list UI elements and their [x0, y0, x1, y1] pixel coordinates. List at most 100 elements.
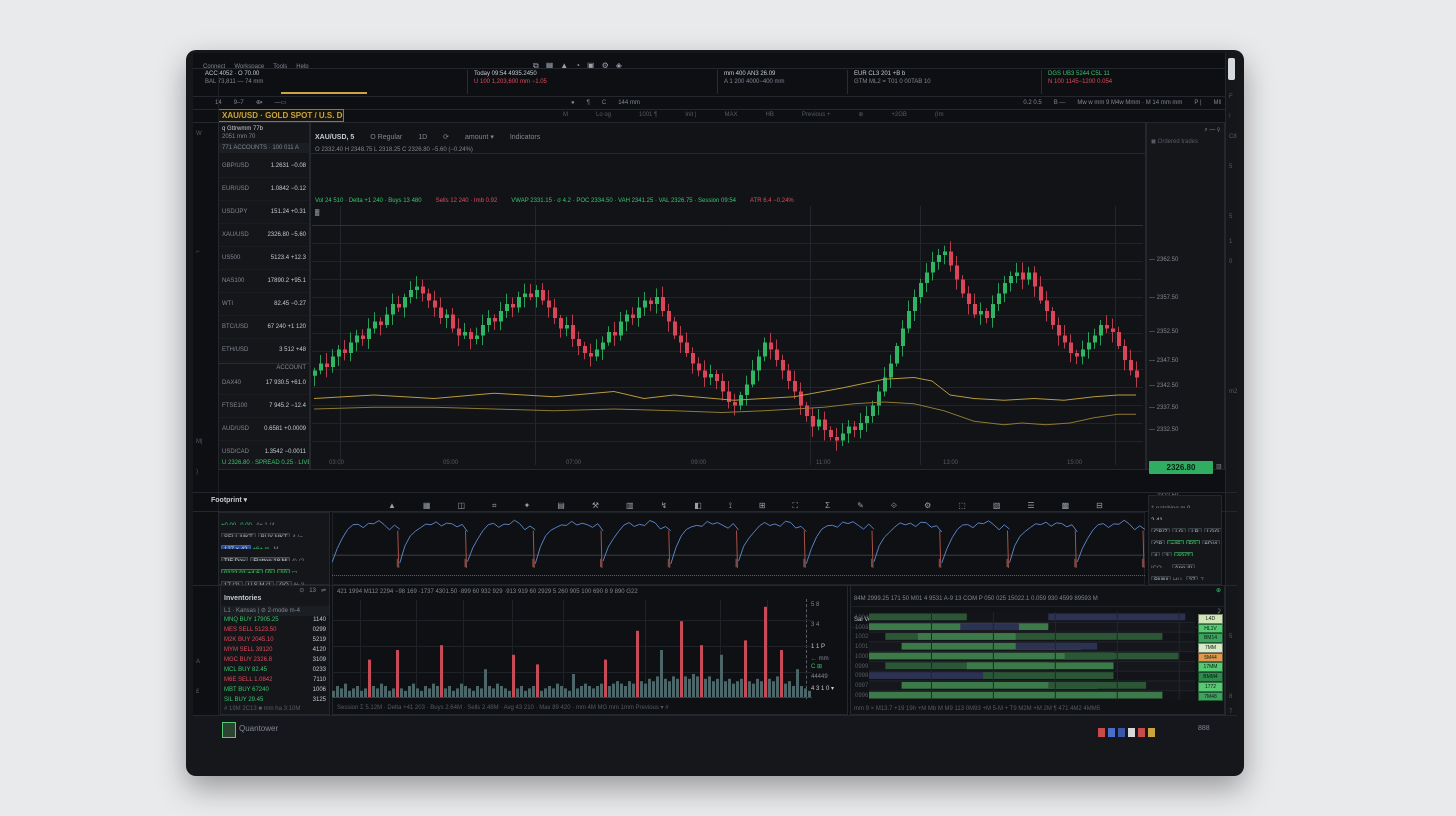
chart-tab[interactable]: O Regular: [370, 134, 402, 141]
chart-tab[interactable]: Indicators: [510, 134, 540, 141]
panel-icon[interactable]: ⊙: [299, 588, 304, 594]
panel-button[interactable]: 4G/7: [1174, 552, 1193, 556]
toolbar-mid[interactable]: ● ¶ C 144 mm: [571, 99, 771, 107]
settings-icon[interactable]: ⚙: [602, 61, 609, 68]
grid-icon[interactable]: ▦: [546, 61, 554, 68]
layout-icon[interactable]: ◧: [694, 501, 702, 511]
fullscreen-icon[interactable]: ⛶: [793, 501, 799, 511]
bell-icon[interactable]: ◔: [575, 61, 580, 68]
toolbar-item[interactable]: 9–7: [234, 100, 244, 106]
watchlist-row[interactable]: USD/JPY151.24 +0.31: [219, 201, 309, 224]
panel-button[interactable]: 127 × 42: [221, 545, 251, 549]
diamond-icon[interactable]: ⟐: [891, 501, 897, 511]
toolbar-item[interactable]: Mw w mm 9 M4w Mmm · M 14 mm mm: [1077, 100, 1182, 106]
toolbar-right[interactable]: 0.2 0.5B —Mw w mm 9 M4w Mmm · M 14 mm mm…: [1008, 99, 1233, 107]
position-row[interactable]: MYM SELL 391204120: [221, 646, 329, 656]
cursor-icon[interactable]: ▲: [388, 501, 396, 511]
panel-button[interactable]: BMM: [1151, 576, 1171, 580]
position-row[interactable]: MGC BUY 2326.83109: [221, 656, 329, 666]
ladder-cell[interactable]: BM14: [1198, 633, 1223, 643]
panel-button[interactable]: 2: [1162, 552, 1171, 556]
anchor-icon[interactable]: ⟟: [729, 501, 732, 511]
toolbar2-item[interactable]: Previous +: [802, 112, 831, 118]
tools-icon[interactable]: ⚒: [592, 501, 599, 511]
chart-tab[interactable]: amount ▾: [465, 134, 494, 141]
positions-icons[interactable]: ⊙13⇌: [294, 587, 326, 595]
gear-icon[interactable]: ⚙: [924, 501, 931, 511]
edit-icon[interactable]: ✎: [857, 501, 864, 511]
symbol-banner[interactable]: XAU/USD · GOLD SPOT / U.S. DOLLAR: [218, 109, 344, 122]
ladder-cell[interactable]: 7M48: [1198, 692, 1223, 702]
watchlist-row[interactable]: NAS10017890.2 +95.1: [219, 270, 309, 293]
panel-button[interactable]: +45: [1167, 540, 1183, 544]
app-icon[interactable]: [222, 722, 236, 738]
app-name[interactable]: Quantower: [239, 724, 278, 734]
mid-toolbar-label[interactable]: Footprint ▾: [211, 496, 247, 505]
connection-status-icon[interactable]: [1108, 728, 1115, 737]
chart-icon[interactable]: ▲: [560, 61, 568, 68]
panel-button[interactable]: 5G: [1186, 540, 1200, 544]
ladder-cell[interactable]: 7MM: [1198, 643, 1223, 653]
camera-icon[interactable]: ▣: [587, 61, 595, 68]
watchlist-row[interactable]: FTSE1007 945.2 −12.4: [219, 395, 309, 418]
depth-heatmap[interactable]: [869, 612, 1195, 700]
status-icons[interactable]: [1098, 724, 1158, 741]
sum-icon[interactable]: Σ: [825, 501, 830, 511]
hash-icon[interactable]: ⌗: [492, 501, 497, 511]
panel-button[interactable]: Flatten 18 M: [250, 557, 289, 561]
connection-status-icon[interactable]: [1138, 728, 1145, 737]
axis-side-button[interactable]: ▥: [1216, 463, 1222, 471]
panel-button[interactable]: Ann 4): [1172, 564, 1196, 568]
minus-grid-icon[interactable]: ⊟: [1096, 501, 1103, 511]
toolbar2-item[interactable]: ⊕: [858, 112, 863, 118]
menu-icon[interactable]: ☰: [1027, 501, 1034, 511]
toolbar-item[interactable]: ●: [571, 100, 575, 106]
toolbar2-item[interactable]: M: [563, 112, 568, 118]
position-row[interactable]: MCL BUY 82.450233: [221, 666, 329, 676]
panel-button[interactable]: BUY MKT: [258, 533, 291, 537]
rows-icon[interactable]: ▤: [557, 501, 565, 511]
panel-button[interactable]: LG: [1172, 528, 1186, 532]
panel-button[interactable]: 27: [1186, 576, 1199, 580]
plus-grid-icon[interactable]: ⊞: [759, 501, 766, 511]
ladder-cell[interactable]: 5M44: [1198, 653, 1223, 663]
toolbar-item[interactable]: M‖: [1214, 100, 1221, 106]
candlestick-chart[interactable]: [312, 206, 1143, 465]
watchlist-row[interactable]: WTI82.45 −0.27: [219, 293, 309, 316]
connection-status-icon[interactable]: [1148, 728, 1155, 737]
chart-tab[interactable]: XAU/USD, 5: [315, 134, 354, 141]
columns-icon[interactable]: ◫: [457, 501, 465, 511]
toolbar-item[interactable]: C: [602, 100, 606, 106]
panel-button[interactable]: 10: [277, 569, 290, 573]
chart-tabs[interactable]: XAU/USD, 5O Regular1D⟳amount ▾Indicators: [311, 123, 1145, 144]
watchlist-row[interactable]: DAX4017 930.5 +61.0: [219, 372, 309, 395]
watchlist-row[interactable]: AUD/USD0.6581 +0.0009: [219, 418, 309, 441]
position-row[interactable]: MNQ BUY 17905.251140: [221, 616, 329, 626]
toolbar-item[interactable]: ¶: [587, 100, 590, 106]
connection-status-icon[interactable]: [1118, 728, 1125, 737]
toolbar-item[interactable]: 144 mm: [618, 100, 640, 106]
chart-tab[interactable]: 1D: [418, 134, 427, 141]
toolbar-item[interactable]: B —: [1054, 100, 1066, 106]
panel-button[interactable]: G: [265, 569, 276, 573]
panel-button[interactable]: LGG: [1204, 528, 1221, 532]
smile-icon[interactable]: ⊕: [1216, 587, 1221, 595]
panel-icon[interactable]: 13: [309, 588, 316, 594]
watchlist-row[interactable]: BTC/USD67 240 +1 120: [219, 316, 309, 339]
toolbar-item[interactable]: —▭: [275, 100, 287, 106]
panel-button[interactable]: LB: [1188, 528, 1201, 532]
toolbar2-item[interactable]: (Im: [935, 112, 944, 118]
blocks-icon[interactable]: ▩: [1062, 501, 1070, 511]
link-icon[interactable]: ⧉: [533, 61, 539, 68]
shield-icon[interactable]: ◈: [616, 61, 622, 68]
position-row[interactable]: M6E SELL 1.08427110: [221, 676, 329, 686]
axis-icons[interactable]: ⌕ — ⚲: [1147, 123, 1224, 137]
grid-icon[interactable]: ▦: [423, 501, 431, 511]
ladder-cell[interactable]: 1772: [1198, 682, 1223, 692]
watchlist-row[interactable]: GBP/USD1.2631 −0.08: [219, 155, 309, 178]
ladder-cell[interactable]: HL1V: [1198, 624, 1223, 634]
ladder-cell[interactable]: BMM4: [1198, 672, 1223, 682]
panel-button[interactable]: TIF Day: [221, 557, 248, 561]
toolbar-item[interactable]: P |: [1194, 100, 1201, 106]
connection-status-icon[interactable]: [1128, 728, 1135, 737]
